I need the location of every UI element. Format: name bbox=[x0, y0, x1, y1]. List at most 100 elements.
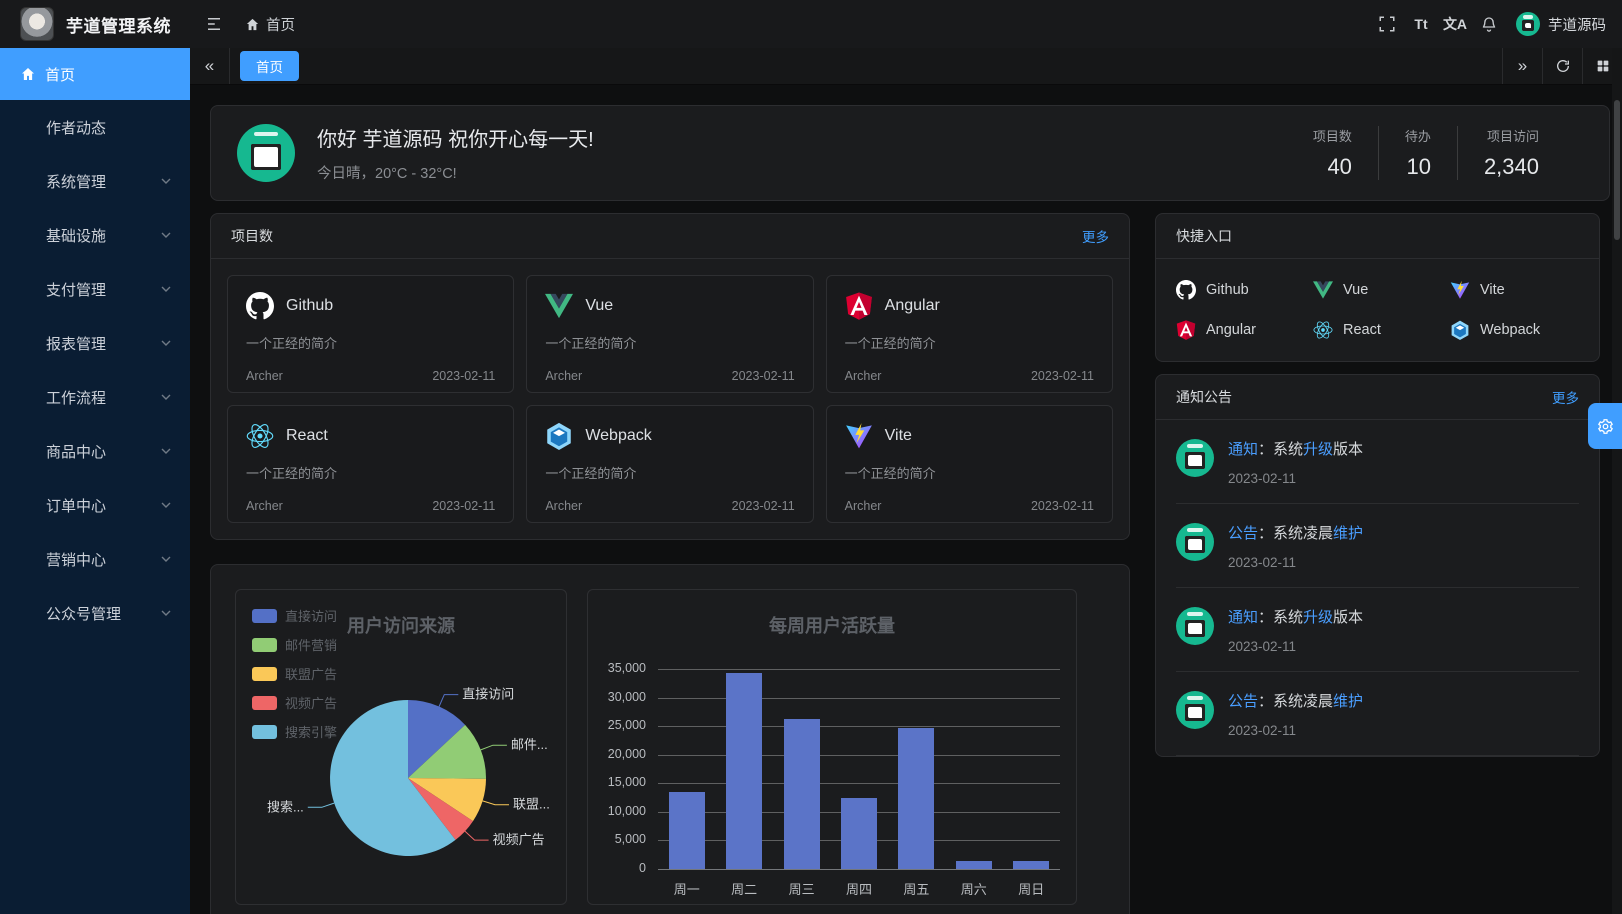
expand-right-icon[interactable]: » bbox=[1502, 48, 1542, 84]
app-title: 芋道管理系统 bbox=[66, 12, 171, 37]
sidebar-item[interactable]: 工作流程 bbox=[0, 370, 190, 424]
pie-chart-panel: 用户访问来源直接访问邮件营销联盟广告视频广告搜索引擎直接访问邮件...联盟...… bbox=[235, 589, 567, 905]
sidebar-item[interactable]: 报表管理 bbox=[0, 316, 190, 370]
chevron-down-icon bbox=[160, 607, 172, 619]
font-size-icon[interactable]: Tt bbox=[1404, 7, 1438, 41]
project-card[interactable]: Vite一个正经的简介Archer2023-02-11 bbox=[826, 405, 1113, 523]
settings-button[interactable] bbox=[1588, 403, 1622, 449]
project-desc: 一个正经的简介 bbox=[246, 333, 495, 352]
notice-text: 公告：系统凌晨维护 bbox=[1228, 523, 1363, 544]
pie-callout-label: 联盟... bbox=[513, 797, 550, 812]
bar-周四 bbox=[841, 798, 877, 869]
gear-icon bbox=[1597, 418, 1614, 435]
fullscreen-icon[interactable] bbox=[1370, 7, 1404, 41]
project-name: Vue bbox=[585, 297, 613, 315]
stat-block: 项目数40 bbox=[1287, 126, 1378, 180]
breadcrumb[interactable]: 首页 bbox=[245, 14, 295, 35]
react-icon bbox=[246, 422, 274, 450]
shortcut-item[interactable]: React bbox=[1313, 315, 1442, 345]
project-card[interactable]: Vue一个正经的简介Archer2023-02-11 bbox=[526, 275, 813, 393]
x-tick-label: 周四 bbox=[830, 879, 887, 898]
collapse-left-icon[interactable]: « bbox=[190, 48, 230, 84]
scrollbar-thumb[interactable] bbox=[1614, 100, 1620, 240]
chevron-down-icon bbox=[160, 283, 172, 295]
y-gridline bbox=[658, 698, 1060, 699]
stat-value: 40 bbox=[1327, 154, 1351, 180]
project-name: Github bbox=[286, 297, 333, 315]
shortcut-item[interactable]: Vite bbox=[1450, 275, 1579, 305]
shortcut-label: Webpack bbox=[1480, 322, 1540, 338]
chevron-down-icon bbox=[160, 553, 172, 565]
y-gridline bbox=[658, 783, 1060, 784]
sidebar-item[interactable]: 系统管理 bbox=[0, 154, 190, 208]
bar-chart-title: 每周用户活跃量 bbox=[588, 612, 1076, 638]
project-desc: 一个正经的简介 bbox=[845, 463, 1094, 482]
stat-label: 项目访问 bbox=[1487, 126, 1539, 145]
pie-callout-label: 直接访问 bbox=[462, 687, 514, 702]
shortcut-item[interactable]: Angular bbox=[1176, 315, 1305, 345]
webpack-icon bbox=[1450, 320, 1470, 340]
sidebar-item[interactable]: 商品中心 bbox=[0, 424, 190, 478]
charts-card: 用户访问来源直接访问邮件营销联盟广告视频广告搜索引擎直接访问邮件...联盟...… bbox=[210, 564, 1130, 914]
project-date: 2023-02-11 bbox=[432, 499, 495, 513]
refresh-icon[interactable] bbox=[1542, 48, 1582, 84]
sidebar-item[interactable]: 基础设施 bbox=[0, 208, 190, 262]
tab-home[interactable]: 首页 bbox=[240, 51, 299, 81]
chevron-down-icon bbox=[160, 445, 172, 457]
project-name: Webpack bbox=[585, 427, 651, 445]
notice-avatar bbox=[1176, 439, 1214, 477]
sidebar-item[interactable]: 营销中心 bbox=[0, 532, 190, 586]
projects-more-link[interactable]: 更多 bbox=[1082, 226, 1109, 246]
bar-周日 bbox=[1013, 861, 1049, 869]
top-header: 芋道管理系统 首页 Tt 文A 芋道源码 bbox=[0, 0, 1622, 48]
project-date: 2023-02-11 bbox=[1031, 369, 1094, 383]
sidebar-item[interactable]: 支付管理 bbox=[0, 262, 190, 316]
user-menu[interactable]: 芋道源码 bbox=[1516, 12, 1606, 36]
sidebar-item[interactable]: 订单中心 bbox=[0, 478, 190, 532]
project-name: React bbox=[286, 427, 328, 445]
notice-text: 通知：系统升级版本 bbox=[1228, 607, 1363, 628]
chevron-down-icon bbox=[160, 229, 172, 241]
locale-icon[interactable]: 文A bbox=[1438, 7, 1472, 41]
notice-item[interactable]: 公告：系统凌晨维护2023-02-11 bbox=[1176, 672, 1579, 756]
notice-item[interactable]: 通知：系统升级版本2023-02-11 bbox=[1176, 588, 1579, 672]
notices-card: 通知公告 更多 通知：系统升级版本2023-02-11公告：系统凌晨维护2023… bbox=[1155, 374, 1600, 757]
main-content: 你好 芋道源码 祝你开心每一天! 今日晴，20°C - 32°C! 项目数40待… bbox=[190, 85, 1622, 914]
app-window: 芋道管理系统 首页 Tt 文A 芋道源码 首页 作者动态系统管理基础设施支付管理… bbox=[0, 0, 1622, 914]
project-date: 2023-02-11 bbox=[1031, 499, 1094, 513]
project-author: Archer bbox=[545, 499, 582, 513]
stat-value: 10 bbox=[1406, 154, 1430, 180]
x-tick-label: 周五 bbox=[888, 879, 945, 898]
notice-date: 2023-02-11 bbox=[1228, 555, 1363, 570]
sidebar-item-home[interactable]: 首页 bbox=[0, 48, 190, 100]
project-desc: 一个正经的简介 bbox=[246, 463, 495, 482]
shortcuts-card-title: 快捷入口 bbox=[1176, 226, 1232, 246]
sidebar-item[interactable]: 公众号管理 bbox=[0, 586, 190, 640]
stat-label: 待办 bbox=[1405, 126, 1431, 145]
project-card[interactable]: Webpack一个正经的简介Archer2023-02-11 bbox=[526, 405, 813, 523]
notice-text: 通知：系统升级版本 bbox=[1228, 439, 1363, 460]
project-card[interactable]: Github一个正经的简介Archer2023-02-11 bbox=[227, 275, 514, 393]
shortcut-label: Github bbox=[1206, 282, 1249, 298]
chevron-down-icon bbox=[160, 391, 172, 403]
project-card[interactable]: React一个正经的简介Archer2023-02-11 bbox=[227, 405, 514, 523]
notice-item[interactable]: 通知：系统升级版本2023-02-11 bbox=[1176, 420, 1579, 504]
project-author: Archer bbox=[246, 369, 283, 383]
notices-more-link[interactable]: 更多 bbox=[1552, 387, 1579, 407]
menu-fold-icon[interactable] bbox=[197, 7, 231, 41]
welcome-stats: 项目数40待办10项目访问2,340 bbox=[1287, 126, 1539, 180]
shortcut-item[interactable]: Github bbox=[1176, 275, 1305, 305]
welcome-banner: 你好 芋道源码 祝你开心每一天! 今日晴，20°C - 32°C! 项目数40待… bbox=[210, 105, 1610, 201]
sidebar-item[interactable]: 作者动态 bbox=[0, 100, 190, 154]
project-desc: 一个正经的简介 bbox=[545, 463, 794, 482]
bell-icon[interactable] bbox=[1472, 7, 1506, 41]
project-name: Vite bbox=[885, 427, 912, 445]
shortcut-item[interactable]: Webpack bbox=[1450, 315, 1579, 345]
pie-label-line bbox=[439, 695, 458, 707]
project-card[interactable]: Angular一个正经的简介Archer2023-02-11 bbox=[826, 275, 1113, 393]
pie-callout-label: 邮件... bbox=[511, 737, 548, 752]
notice-item[interactable]: 公告：系统凌晨维护 2023-02-11 bbox=[1176, 504, 1579, 588]
project-author: Archer bbox=[545, 369, 582, 383]
username: 芋道源码 bbox=[1548, 14, 1606, 35]
shortcut-item[interactable]: Vue bbox=[1313, 275, 1442, 305]
